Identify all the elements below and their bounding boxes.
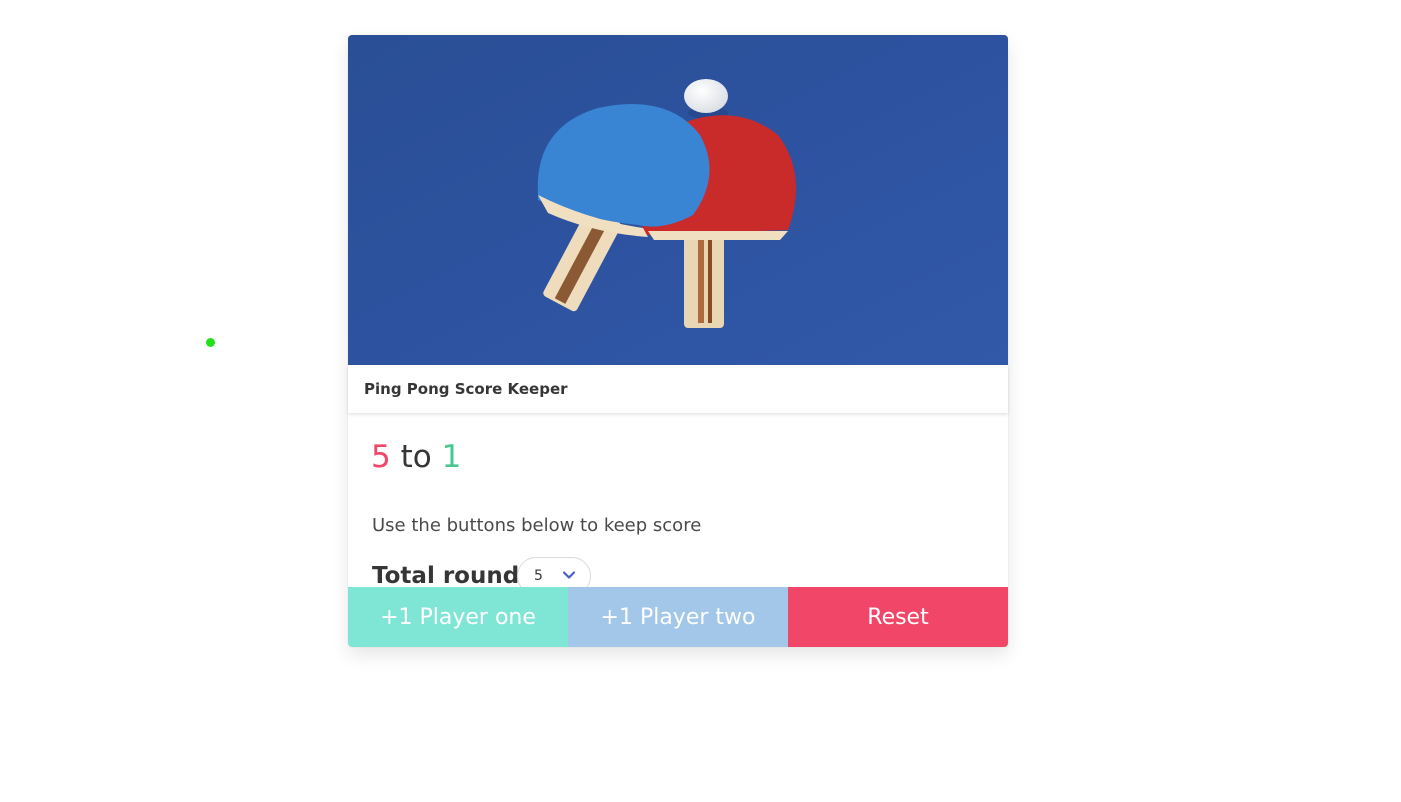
add-point-player-one-button[interactable]: +1 Player one (348, 587, 568, 647)
cursor-indicator (206, 338, 215, 347)
add-point-player-two-button[interactable]: +1 Player two (568, 587, 788, 647)
score-display: 5 to 1 (371, 437, 461, 477)
chevron-down-icon (562, 571, 576, 579)
player-two-score: 1 (441, 439, 462, 475)
card-title: Ping Pong Score Keeper (348, 365, 1008, 413)
score-separator: to (400, 439, 432, 475)
reset-button[interactable]: Reset (788, 587, 1008, 647)
card-footer: +1 Player one +1 Player two Reset (348, 587, 1008, 647)
player-one-score: 5 (371, 439, 391, 475)
ping-pong-image (348, 35, 1008, 365)
total-rounds-label: Total rounds (372, 563, 533, 589)
total-rounds-value: 5 (534, 568, 543, 584)
instructions-text: Use the buttons below to keep score (372, 515, 702, 536)
score-keeper-card: Ping Pong Score Keeper 5 to 1 Use the bu… (348, 35, 1008, 647)
card-content: 5 to 1 Use the buttons below to keep sco… (348, 413, 1008, 595)
